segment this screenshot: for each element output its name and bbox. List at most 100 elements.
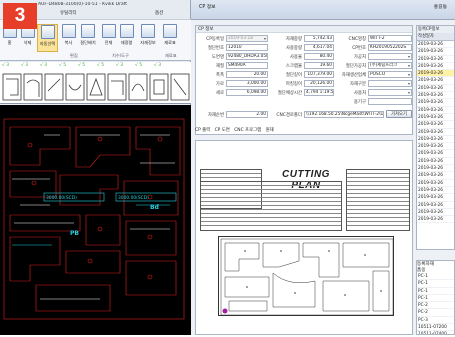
cut-processor-select[interactable]: (주)세림프라크 [368,62,412,69]
manufacturer-select[interactable]: POSCO [368,71,412,78]
grid-icon [101,24,116,38]
table-row[interactable]: 2019-03-26 [417,202,454,209]
table-row[interactable]: 2019-03-26 [417,216,454,224]
table-row[interactable]: PC-1 [417,280,454,288]
field-label: 재질 [215,64,224,69]
table-row[interactable]: 2019-03-26 [417,136,454,144]
parts-table [200,181,342,231]
part-check[interactable]: √ 5 [97,63,116,68]
used-weight-field[interactable]: 4,617.04 [304,44,334,51]
usage-select[interactable] [368,89,412,96]
cp-number-field[interactable]: KH2019052202S [368,44,412,51]
table-row[interactable]: 2019-03-26 [417,150,454,158]
table-row[interactable]: 2019-03-26 [417,99,454,107]
table-row[interactable]: PC-3 [417,317,454,325]
width-field[interactable]: 3,000.00 [226,80,268,87]
cut-length-field[interactable]: 107,379.00 [304,71,334,78]
cp-date-field[interactable]: 2019-03-18 [226,35,268,42]
field-label: CP등록일 [206,37,224,42]
length-field[interactable]: 6,098.00 [226,89,268,96]
part-check[interactable]: √ 3 [40,63,59,68]
nesting-drawing[interactable]: 3000.00(SCD) 3000.00(SCD) PB Bd [0,105,191,335]
window-title: AUF-D4808-3100(0)-10-51 - Kvikk Draft [38,2,127,7]
field-label: 절단가공처 [345,64,366,69]
table-row[interactable]: 2019-03-26 [417,107,454,114]
table-row[interactable]: 2019-03-26 [417,187,454,195]
material-type-select[interactable] [368,80,412,87]
table-row[interactable]: 2019-03-26 [417,63,454,71]
thickness-field[interactable]: 20.00 [226,71,268,78]
part-check[interactable]: √ 5 [135,63,154,68]
marking-length-field[interactable]: 20,126.00 [304,80,334,87]
table-row[interactable]: PC-1 [417,288,454,295]
tab-material[interactable]: 원재 [266,128,274,133]
part-thumbnails[interactable] [0,71,191,103]
material-seq-field[interactable]: 2.00 [226,111,268,118]
tab-cp-output[interactable]: CP 출력 [195,128,210,133]
part-check[interactable]: √ 3 [154,63,173,68]
table-row[interactable]: 2019-03-26 [417,129,454,136]
field-label: 도면명 [211,55,224,60]
bom-button[interactable]: 재료표 [160,24,180,52]
table-row[interactable]: 2019-03-26 [417,92,454,100]
processor-select[interactable] [368,53,412,60]
cnc-path-field[interactable]: \\192.168.50.25\NcgeMast\WITT-2\U20 [304,111,384,118]
auto-select-button[interactable]: 자동선택 [37,24,58,52]
part-check[interactable]: √ 3 [116,63,135,68]
table-row[interactable]: 2019-03-26 [417,143,454,151]
tab-cp-drawing[interactable]: CP 도면 [215,128,230,133]
cad-label: PB [70,230,79,237]
step-badge: 3 [3,3,37,29]
header-table-right [346,169,410,231]
material-info-button[interactable]: 자재정보 [138,24,158,52]
table-row[interactable]: 10511-07400 [417,331,454,334]
column-header[interactable]: 작성일자 [417,33,454,41]
table-row[interactable]: 2019-03-26 [417,70,454,78]
table-row[interactable]: 2019-03-26 [417,165,454,173]
table-row[interactable]: 2019-03-26 [417,41,454,49]
table-row[interactable]: 2019-03-26 [417,114,454,122]
realign-icon [119,24,134,38]
table-row[interactable]: PC-1 [417,273,454,281]
table-row[interactable]: 2019-03-26 [417,194,454,202]
part-check[interactable]: √ 5 [78,63,97,68]
table-row[interactable]: 2019-03-26 [417,56,454,63]
drawing-name-field[interactable]: 92480_DHDA3.058R [226,53,268,60]
cad-canvas[interactable]: 3000.00(SCD) 3000.00(SCD) PB Bd [0,105,191,335]
import-button[interactable]: 가져오기 [386,110,412,118]
table-row[interactable]: 2019-03-26 [417,158,454,166]
material-weight-field[interactable]: 5,742.43 [304,35,334,42]
nesting-preview[interactable] [218,236,394,316]
cp-info-header: CP 정보 [196,26,412,33]
table-row[interactable]: 2019-03-26 [417,209,454,217]
material-field[interactable]: SM490A [226,62,268,69]
table-row[interactable]: PC-1 [417,295,454,303]
table-row[interactable]: PC-2 [417,302,454,310]
part-check[interactable]: √ 3 [21,63,40,68]
table-row[interactable]: 2019-03-26 [417,48,454,56]
scrap-rate-field[interactable]: 19.60 [304,62,334,69]
all-button[interactable]: 전체 [100,24,117,52]
note-field[interactable] [368,98,412,105]
table-row[interactable]: 2019-03-26 [417,121,454,129]
cut-number-field[interactable]: 12010 [226,44,268,51]
copy-button[interactable]: 복사 [60,24,77,52]
table-row[interactable]: 2019-03-26 [417,85,454,93]
table-row[interactable]: PC-2 [417,309,454,317]
usage-rate-field[interactable]: 80.40 [304,53,334,60]
table-row[interactable]: 2019-03-26 [417,172,454,180]
user-name[interactable]: 홍길동 [434,3,447,10]
table-row[interactable]: 2019-03-26 [417,77,454,85]
table-row[interactable]: 2019-03-26 [417,180,454,187]
tab-utility[interactable]: 유틸리티 [60,10,77,16]
cnc-name-field[interactable]: WITT-2 [368,35,412,42]
tab-options[interactable]: 옵션 [155,10,163,16]
cut-time-field[interactable]: 4,794 1:19:54 [304,89,334,96]
part-check[interactable]: √ 5 [59,63,78,68]
tab-cnc-program[interactable]: CNC 프로그램 [234,128,261,133]
realign-button[interactable]: 재정렬 [118,24,135,52]
field-label: 스크랩율 [285,64,302,69]
table-row[interactable]: 10511-07200 [417,324,454,332]
part-check[interactable]: √ 3 [2,63,21,68]
cut-arrange-button[interactable]: 절단배치 [78,24,98,52]
